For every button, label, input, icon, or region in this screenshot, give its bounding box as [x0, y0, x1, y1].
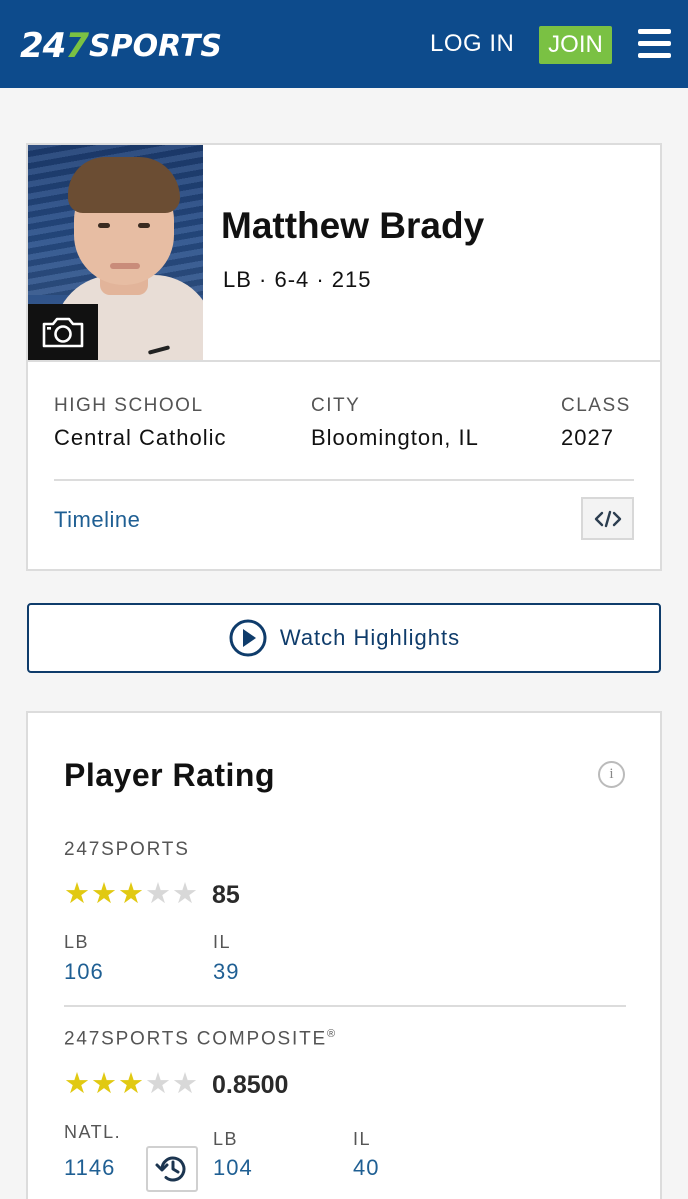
composite-score: 0.8500: [212, 1071, 289, 1099]
timeline-link[interactable]: Timeline: [54, 507, 140, 533]
composite-rating-label: 247SPORTS COMPOSITE®: [64, 1028, 337, 1050]
join-button[interactable]: JOIN: [539, 26, 612, 64]
player-rating-title: Player Rating: [64, 757, 276, 793]
247sports-score: 85: [212, 881, 240, 909]
star-empty-icon: ★: [145, 1068, 171, 1100]
star-empty-icon: ★: [172, 1068, 198, 1100]
player-profile-card: Matthew Brady LB · 6-4 · 215 HIGH SCHOOL…: [26, 143, 662, 571]
national-rank-label: NATL.: [64, 1122, 122, 1142]
state-rank-label: IL: [353, 1129, 372, 1149]
star-filled-icon: ★: [64, 1068, 90, 1100]
hamburger-menu-icon[interactable]: [638, 29, 671, 58]
city-label: CITY: [311, 395, 361, 416]
position-rank-label: LB: [213, 1129, 239, 1149]
class-label: CLASS: [561, 395, 631, 416]
city-value: Bloomington, IL: [311, 425, 479, 450]
star-rating: ★ ★ ★ ★ ★: [64, 1070, 199, 1099]
class-value: 2027: [561, 425, 614, 450]
state-rank-label: IL: [213, 932, 232, 952]
state-rank-value[interactable]: 40: [353, 1155, 379, 1181]
logo-number: 24: [20, 26, 66, 66]
position-rank-label: LB: [64, 932, 90, 952]
national-rank-value[interactable]: 1146: [64, 1155, 115, 1181]
divider: [64, 1005, 626, 1007]
state-rank-value[interactable]: 39: [213, 959, 239, 985]
logo-seven: 7: [65, 26, 89, 66]
watch-highlights-label: Watch Highlights: [279, 625, 461, 650]
star-rating: ★ ★ ★ ★ ★: [64, 880, 199, 909]
247sports-logo[interactable]: 24 7 SPORTS: [20, 26, 222, 66]
info-icon[interactable]: i: [598, 761, 625, 788]
star-empty-icon: ★: [145, 878, 171, 910]
star-filled-icon: ★: [91, 1068, 117, 1100]
logo-word: SPORTS: [89, 28, 222, 64]
star-filled-icon: ★: [118, 878, 144, 910]
star-filled-icon: ★: [118, 1068, 144, 1100]
divider: [54, 479, 634, 481]
divider: [28, 360, 660, 362]
star-filled-icon: ★: [91, 878, 117, 910]
star-empty-icon: ★: [172, 878, 198, 910]
player-position-size: LB · 6-4 · 215: [223, 267, 372, 292]
code-embed-icon[interactable]: [581, 497, 634, 540]
player-name: Matthew Brady: [221, 205, 485, 246]
position-rank-value[interactable]: 106: [64, 959, 104, 985]
login-link[interactable]: LOG IN: [430, 30, 514, 58]
high-school-label: HIGH SCHOOL: [54, 395, 204, 416]
camera-icon[interactable]: [28, 304, 98, 360]
player-photo[interactable]: [28, 145, 203, 360]
247sports-rating-label: 247SPORTS: [64, 839, 190, 860]
player-rating-card: Player Rating i 247SPORTS ★ ★ ★ ★ ★ 85 LB 10…: [26, 711, 662, 1199]
site-header: 24 7 SPORTS LOG IN JOIN: [0, 0, 688, 88]
high-school-value[interactable]: Central Catholic: [54, 425, 227, 451]
star-filled-icon: ★: [64, 878, 90, 910]
watch-highlights-button[interactable]: Watch Highlights: [27, 603, 661, 673]
history-icon[interactable]: [146, 1146, 198, 1192]
play-circle-icon: [229, 619, 267, 657]
position-rank-value[interactable]: 104: [213, 1155, 253, 1181]
